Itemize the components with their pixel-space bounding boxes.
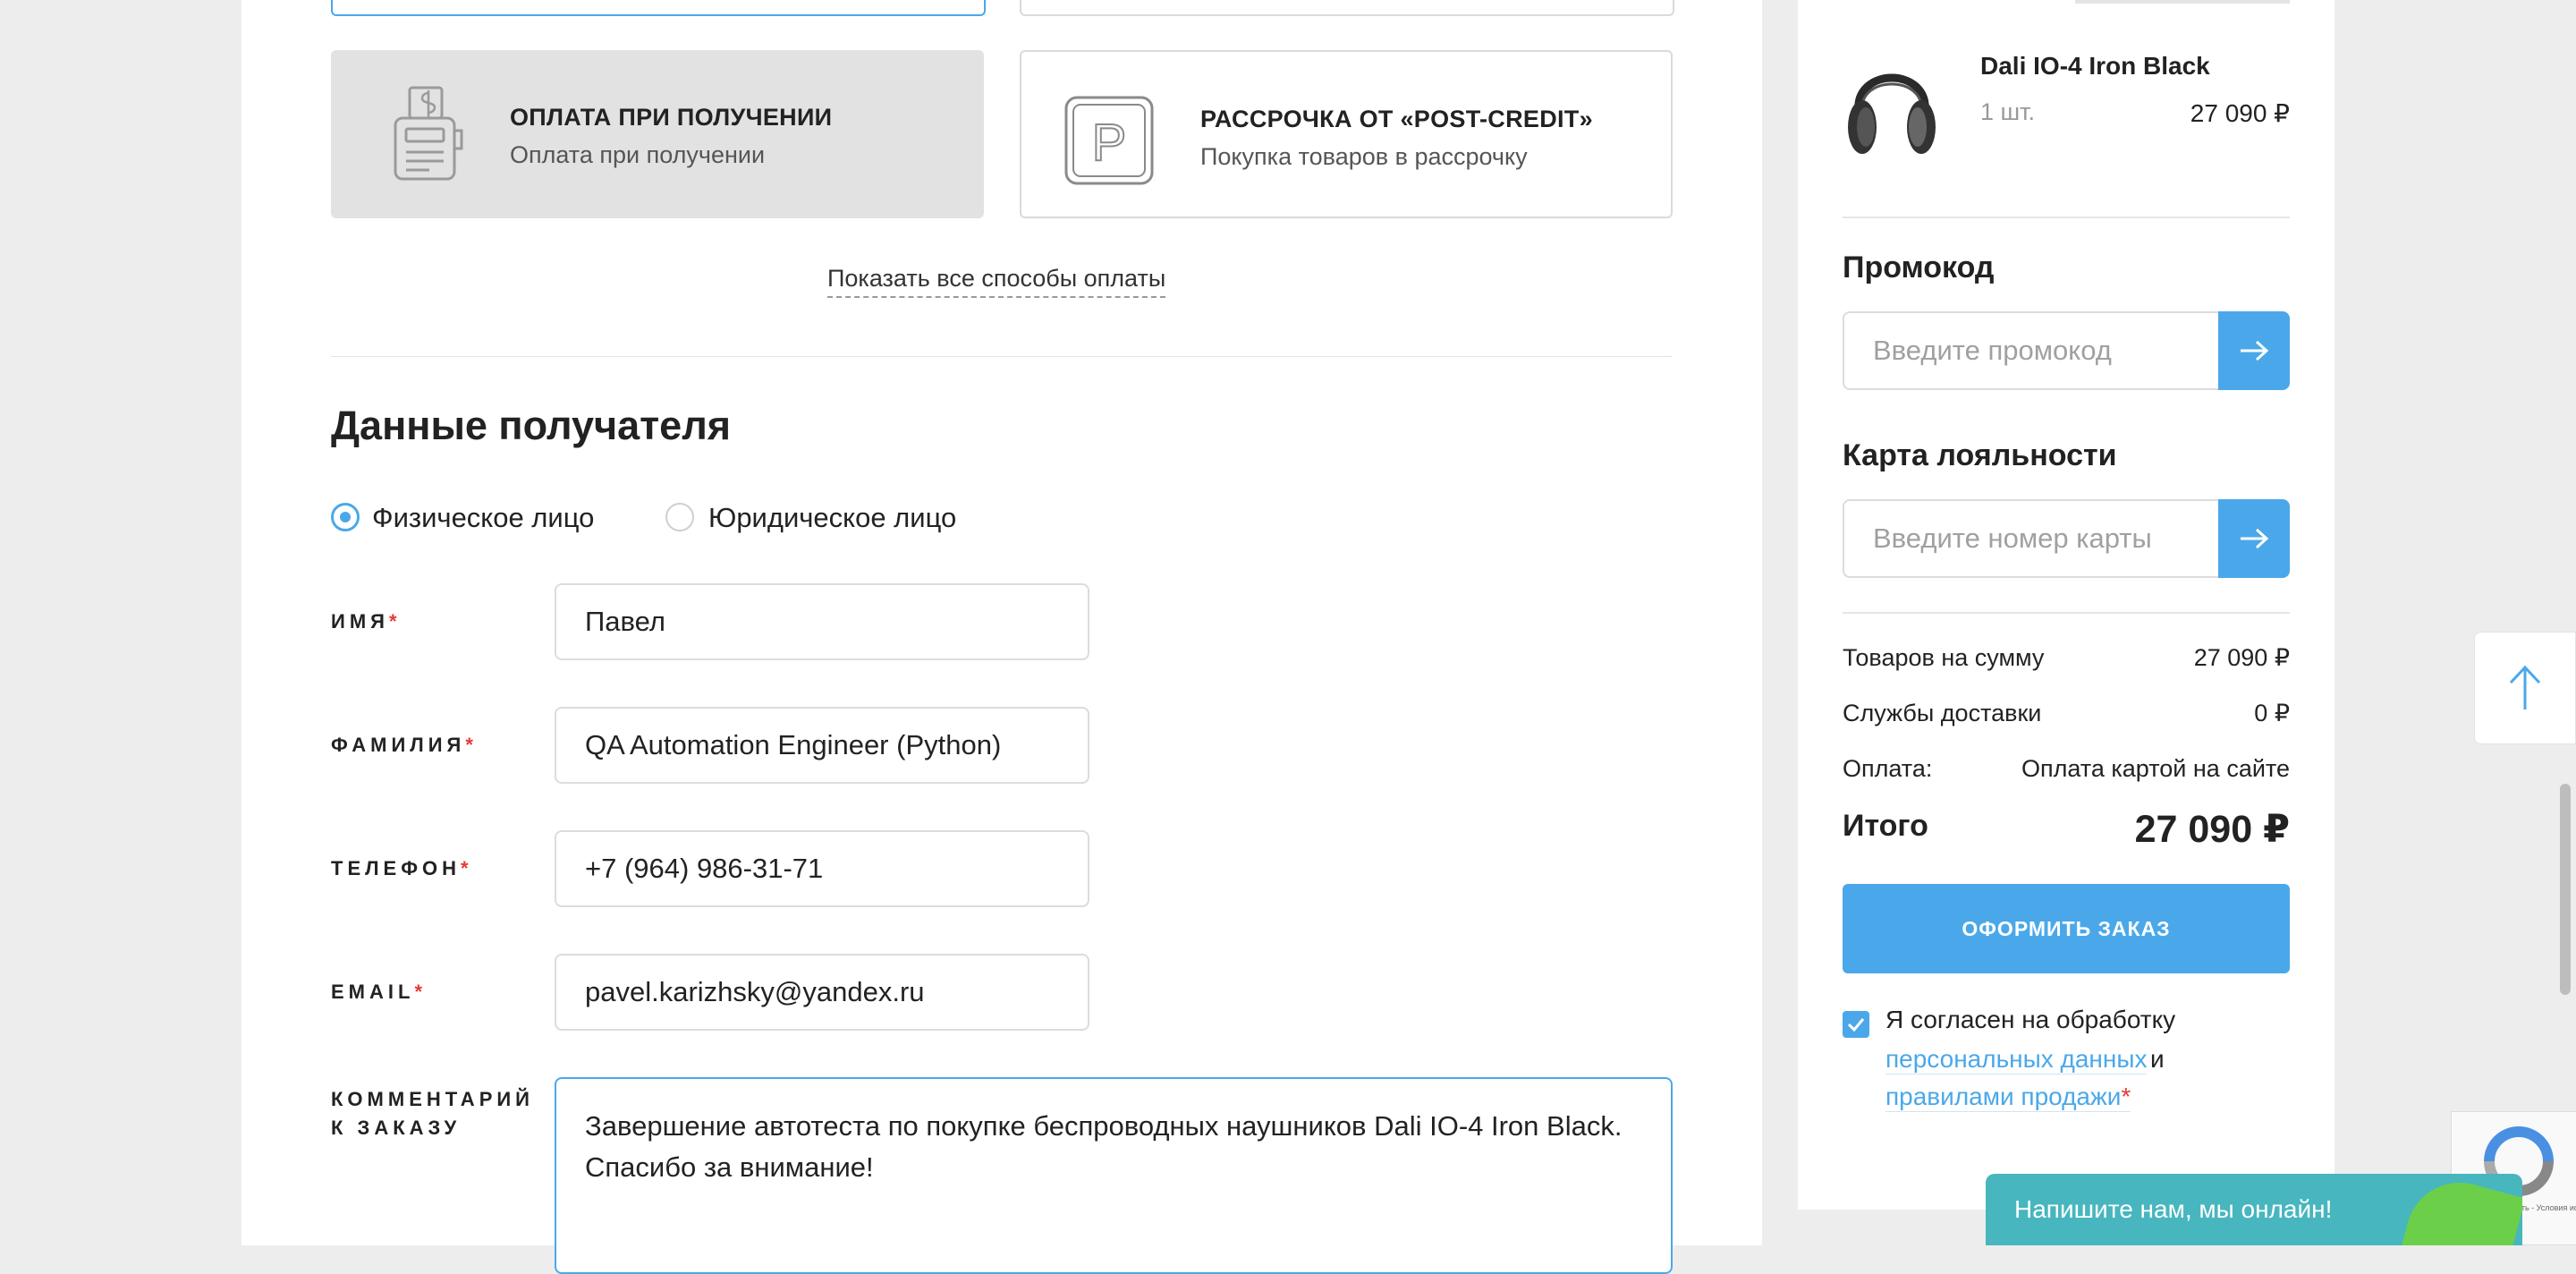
- agreement-checkbox[interactable]: [1843, 1011, 1869, 1038]
- radio-legal-entity-label[interactable]: Юридическое лицо: [708, 502, 956, 534]
- sidebar-top-divider: [2075, 0, 2290, 4]
- required-mark: *: [461, 857, 469, 879]
- apply-loyalty-card-button[interactable]: [2218, 499, 2290, 578]
- promo-code-input[interactable]: Введите промокод: [1843, 311, 2218, 390]
- name-field[interactable]: Павел: [555, 583, 1089, 660]
- payment-option-title: РАССРОЧКА ОТ «POST-CREDIT»: [1200, 106, 1593, 132]
- show-all-payment-methods-link[interactable]: Показать все способы оплаты: [827, 265, 1166, 298]
- sidebar-divider: [1843, 612, 2290, 614]
- order-total-label: Итого: [1843, 809, 1928, 843]
- surname-field[interactable]: QA Automation Engineer (Python): [555, 707, 1089, 784]
- required-mark: *: [2121, 1083, 2131, 1110]
- payment-option-title: ОПЛАТА ПРИ ПОЛУЧЕНИИ: [510, 104, 833, 131]
- phone-label: ТЕЛЕФОН*: [331, 857, 469, 879]
- radio-legal-entity[interactable]: [665, 503, 694, 531]
- personal-data-link[interactable]: персональных данных: [1885, 1045, 2148, 1074]
- delivery-label: Службы доставки: [1843, 700, 2042, 726]
- required-mark: *: [465, 734, 473, 756]
- order-comment-textarea[interactable]: Завершение автотеста по покупке беспрово…: [555, 1077, 1673, 1274]
- agreement-text: Я согласен на обработку: [1885, 1006, 2176, 1033]
- scroll-to-top-button[interactable]: [2474, 632, 2576, 744]
- arrow-up-icon: [2509, 665, 2541, 709]
- product-price: 27 090 ₽: [2190, 99, 2290, 127]
- recipient-section-title: Данные получателя: [331, 403, 732, 448]
- sale-rules-link[interactable]: правилами продажи*: [1885, 1083, 2131, 1112]
- radio-individual[interactable]: [331, 503, 360, 531]
- sidebar-divider: [1843, 217, 2290, 218]
- payment-option-partial[interactable]: [1020, 0, 1674, 16]
- place-order-button[interactable]: ОФОРМИТЬ ЗАКАЗ: [1843, 884, 2290, 973]
- apply-promo-button[interactable]: [2218, 311, 2290, 390]
- online-chat-widget[interactable]: Напишите нам, мы онлайн!: [1986, 1174, 2522, 1245]
- chat-decoration-icon: [2394, 1174, 2522, 1245]
- required-mark: *: [414, 981, 423, 1003]
- checkmark-icon: [1847, 1018, 1865, 1032]
- comment-label-line1: КОММЕНТАРИЙ: [331, 1088, 534, 1110]
- payment-option-subtitle: Покупка товаров в рассрочку: [1200, 143, 1528, 170]
- section-divider: [331, 356, 1673, 357]
- payment-method-value: Оплата картой на сайте: [2021, 755, 2290, 782]
- order-total-value: 27 090 ₽: [2134, 808, 2290, 851]
- payment-method-label: Оплата:: [1843, 755, 1933, 782]
- headphones-product-image: [1848, 73, 1936, 154]
- promo-title: Промокод: [1843, 251, 1995, 285]
- surname-label: ФАМИЛИЯ*: [331, 734, 473, 756]
- comment-label-line2: К ЗАКАЗУ: [331, 1117, 462, 1139]
- email-field[interactable]: pavel.karizhsky@yandex.ru: [555, 954, 1089, 1031]
- goods-total-label: Товаров на сумму: [1843, 644, 2045, 671]
- post-credit-letter: P: [1092, 114, 1127, 172]
- arrow-right-icon: [2241, 340, 2269, 361]
- loyalty-card-title: Карта лояльности: [1843, 438, 2117, 472]
- page-scrollbar-thumb[interactable]: [2560, 784, 2571, 995]
- payment-option-selected-partial[interactable]: [331, 0, 986, 16]
- payment-option-cod[interactable]: ОПЛАТА ПРИ ПОЛУЧЕНИИ Оплата при получени…: [331, 50, 984, 218]
- delivery-value: 0 ₽: [2254, 700, 2290, 726]
- chat-widget-label: Напишите нам, мы онлайн!: [2014, 1195, 2333, 1223]
- cash-register-icon: [394, 86, 463, 181]
- product-name[interactable]: Dali IO-4 Iron Black: [1980, 52, 2210, 81]
- product-quantity: 1 шт.: [1980, 98, 2036, 125]
- goods-total-value: 27 090 ₽: [2193, 644, 2290, 671]
- email-label: EMAIL*: [331, 981, 423, 1003]
- radio-individual-label[interactable]: Физическое лицо: [372, 502, 594, 534]
- payment-option-subtitle: Оплата при получении: [510, 141, 766, 168]
- phone-field[interactable]: +7 (964) 986-31-71: [555, 830, 1089, 907]
- payment-option-credit[interactable]: P РАССРОЧКА ОТ «POST-CREDIT» Покупка тов…: [1020, 50, 1673, 218]
- name-label: ИМЯ*: [331, 610, 397, 633]
- post-credit-logo-icon: P: [1064, 96, 1154, 185]
- required-mark: *: [388, 610, 397, 633]
- agreement-and: и: [2150, 1045, 2165, 1073]
- loyalty-card-input[interactable]: Введите номер карты: [1843, 499, 2218, 578]
- arrow-right-icon: [2241, 528, 2269, 549]
